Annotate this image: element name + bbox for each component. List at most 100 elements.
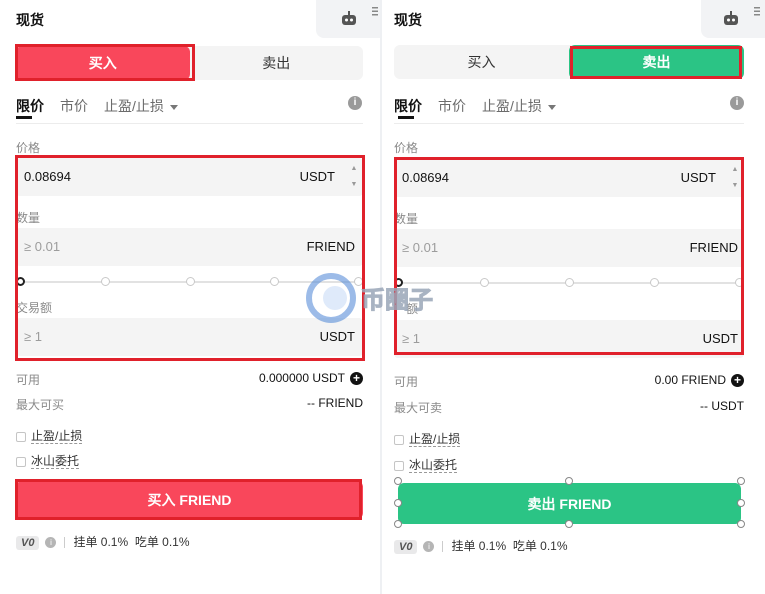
buy-tab[interactable]: 买入 <box>16 46 190 80</box>
quantity-field[interactable]: ≥ 0.01 FRIEND <box>394 229 744 267</box>
side-switch: 买入 卖出 <box>16 46 363 80</box>
buy-friend-button[interactable]: 买入 FRIEND <box>16 481 363 519</box>
available-value: 0.000000 USDT + <box>258 371 363 386</box>
taker-fee: 吃单 0.1% <box>134 535 190 549</box>
available-value: 0.00 FRIEND + <box>655 373 744 388</box>
quantity-label: 数量 <box>394 212 419 226</box>
amount-unit: USDT <box>319 329 355 344</box>
tpsl-checkbox[interactable]: 止盈/止损 <box>16 427 83 444</box>
panel-title: 现货 <box>394 12 422 28</box>
max-value: -- FRIEND <box>307 396 363 410</box>
max-label: 最大可买 <box>16 398 65 412</box>
order-type-tabs: 限价 市价 止盈/止损 i <box>16 90 363 120</box>
taker-fee: 吃单 0.1% <box>512 539 568 553</box>
plus-icon[interactable]: + <box>731 374 744 388</box>
slider-mark-50[interactable] <box>565 278 574 287</box>
resize-handle[interactable] <box>565 520 573 528</box>
checkbox[interactable] <box>16 456 26 467</box>
side-switch: 买入 卖出 <box>394 45 744 79</box>
price-stepper[interactable]: ▲ ▼ <box>349 161 359 193</box>
maker-fee: 挂单 0.1% <box>73 535 129 549</box>
divider <box>16 123 363 124</box>
checkbox[interactable] <box>394 434 404 445</box>
tab-tpsl-label: 止盈/止损 <box>104 98 164 114</box>
tab-market[interactable]: 市价 <box>60 96 88 116</box>
resize-handle[interactable] <box>394 520 402 528</box>
tab-limit[interactable]: 限价 <box>394 96 422 116</box>
menu-icon[interactable] <box>372 6 378 16</box>
resize-handle[interactable] <box>737 520 745 528</box>
resize-handle[interactable] <box>394 477 402 485</box>
caret-down-icon <box>547 104 556 110</box>
slider-mark-25[interactable] <box>480 278 489 287</box>
max-row: 最大可买 -- FRIEND <box>16 396 363 413</box>
sell-tab[interactable]: 卖出 <box>190 46 364 80</box>
robot-icon[interactable] <box>722 10 740 26</box>
vip-badge[interactable]: V0 <box>16 536 40 550</box>
amount-placeholder: ≥ 1 <box>24 329 42 344</box>
menu-icon[interactable] <box>754 6 760 16</box>
step-up-icon[interactable]: ▲ <box>349 161 359 177</box>
step-up-icon[interactable]: ▲ <box>730 162 740 178</box>
available-amount: 0.000000 USDT <box>258 371 345 385</box>
iceberg-checkbox-label: 冰山委托 <box>409 458 458 473</box>
max-label: 最大可卖 <box>394 401 443 415</box>
robot-icon[interactable] <box>340 10 358 26</box>
tab-limit[interactable]: 限价 <box>16 96 44 116</box>
iceberg-checkbox[interactable]: 冰山委托 <box>16 452 80 469</box>
info-icon[interactable]: i <box>348 96 362 110</box>
slider-mark-50[interactable] <box>186 277 195 286</box>
resize-handle[interactable] <box>565 477 573 485</box>
available-row: 可用 0.000000 USDT + <box>16 371 363 388</box>
price-label: 价格 <box>394 141 419 155</box>
resize-handle[interactable] <box>737 499 745 507</box>
caret-down-icon <box>169 104 178 110</box>
separator <box>64 537 66 549</box>
info-icon[interactable]: i <box>423 541 435 553</box>
divider <box>394 123 744 124</box>
tab-tpsl[interactable]: 止盈/止损 <box>482 96 556 116</box>
price-unit: USDT <box>299 169 335 184</box>
iceberg-checkbox[interactable]: 冰山委托 <box>394 456 458 473</box>
quantity-placeholder: ≥ 0.01 <box>24 239 61 254</box>
info-icon[interactable]: i <box>730 96 744 110</box>
slider-mark-75[interactable] <box>650 278 659 287</box>
vip-badge[interactable]: V0 <box>394 540 418 554</box>
slider-mark-25[interactable] <box>101 277 110 286</box>
sell-tab[interactable]: 卖出 <box>569 45 744 79</box>
fee-row: V0 i 挂单 0.1% 吃单 0.1% <box>394 537 568 554</box>
price-field[interactable]: 0.08694 USDT ▲ ▼ <box>394 159 744 197</box>
price-field[interactable]: 0.08694 USDT ▲ ▼ <box>16 158 363 196</box>
slider-mark-100[interactable] <box>735 278 744 287</box>
tpsl-checkbox-label: 止盈/止损 <box>409 432 461 447</box>
slider-mark-75[interactable] <box>270 277 279 286</box>
tab-tpsl-label: 止盈/止损 <box>482 98 542 114</box>
checkbox[interactable] <box>16 431 26 442</box>
amount-unit: USDT <box>702 331 738 346</box>
plus-icon[interactable]: + <box>350 372 363 386</box>
active-tab-indicator <box>398 116 414 119</box>
watermark-text: 币圈子 <box>361 286 433 314</box>
resize-handle[interactable] <box>394 499 402 507</box>
quantity-unit: FRIEND <box>689 240 738 255</box>
quantity-label: 数量 <box>16 211 41 225</box>
checkbox[interactable] <box>394 460 404 471</box>
resize-handle[interactable] <box>737 477 745 485</box>
iceberg-checkbox-label: 冰山委托 <box>31 454 80 469</box>
quantity-field[interactable]: ≥ 0.01 FRIEND <box>16 228 363 266</box>
tab-market[interactable]: 市价 <box>438 96 466 116</box>
info-icon[interactable]: i <box>45 537 57 549</box>
tpsl-checkbox[interactable]: 止盈/止损 <box>394 430 461 447</box>
tab-tpsl[interactable]: 止盈/止损 <box>104 96 178 116</box>
step-down-icon[interactable]: ▼ <box>730 178 740 194</box>
price-stepper[interactable]: ▲ ▼ <box>730 162 740 194</box>
active-tab-indicator <box>16 116 32 119</box>
order-type-tabs: 限价 市价 止盈/止损 i <box>394 90 744 120</box>
amount-label: 交易额 <box>16 301 53 315</box>
buy-tab[interactable]: 买入 <box>394 45 569 79</box>
slider-handle[interactable] <box>16 277 25 286</box>
step-down-icon[interactable]: ▼ <box>349 177 359 193</box>
price-unit: USDT <box>680 170 716 185</box>
sell-friend-button[interactable]: 卖出 FRIEND <box>398 483 741 524</box>
max-row: 最大可卖 -- USDT <box>394 399 744 416</box>
